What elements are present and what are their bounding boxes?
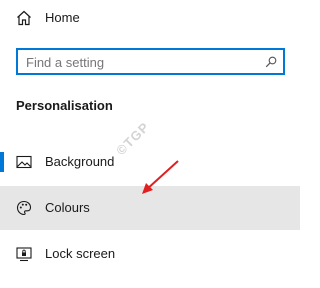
image-icon (16, 155, 32, 169)
section-title: Personalisation (16, 98, 113, 113)
search-input[interactable] (26, 53, 256, 71)
nav-item-label: Background (45, 154, 115, 169)
lock-screen-icon (16, 247, 32, 262)
home-label: Home (45, 10, 80, 25)
settings-nav-panel: Home Personalisation Background Colours (0, 0, 300, 288)
annotation-arrow-icon (142, 160, 179, 194)
home-icon (17, 10, 31, 26)
search-icon[interactable] (265, 56, 277, 68)
search-box[interactable] (16, 48, 285, 75)
home-nav-item[interactable]: Home (0, 0, 300, 36)
nav-item-label: Lock screen (45, 246, 116, 261)
nav-item-label: Colours (45, 200, 90, 215)
palette-icon (16, 200, 32, 216)
nav-item-lock-screen[interactable]: Lock screen (0, 232, 300, 276)
